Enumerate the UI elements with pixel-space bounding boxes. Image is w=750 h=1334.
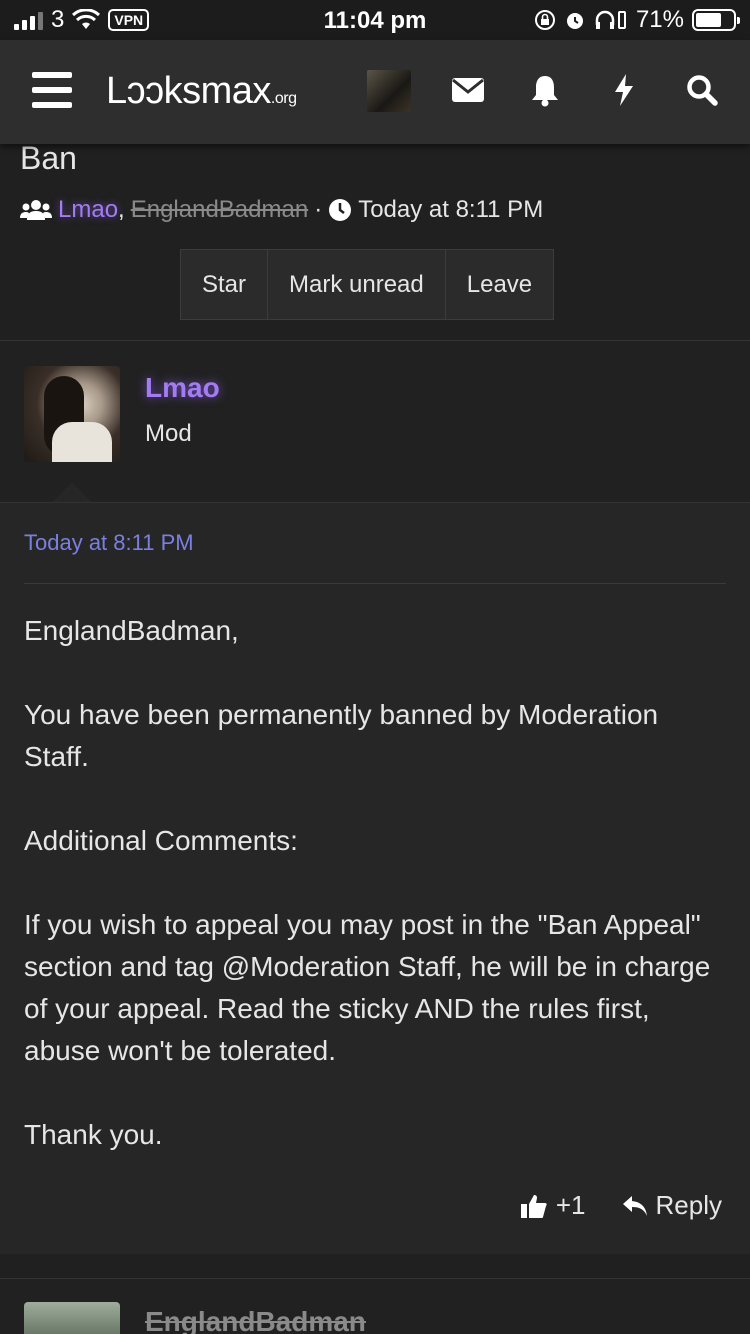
like-count: +1	[555, 1190, 586, 1220]
mark-unread-button[interactable]: Mark unread	[268, 250, 446, 319]
message-paragraph: Additional Comments:	[24, 825, 298, 856]
star-button[interactable]: Star	[181, 250, 269, 319]
thumbs-up-icon	[520, 1194, 547, 1218]
message-text: EnglandBadman, You have been permanently…	[24, 610, 724, 1198]
alarm-icon	[566, 13, 583, 29]
search-icon[interactable]	[682, 70, 722, 110]
message-separator	[24, 583, 726, 584]
leave-button[interactable]: Leave	[445, 250, 554, 319]
user-avatar[interactable]	[367, 70, 411, 112]
lightning-icon[interactable]	[604, 70, 644, 110]
meta-separator: ·	[314, 196, 323, 223]
message-paragraph: If you wish to appeal you may post in th…	[24, 909, 711, 1066]
battery-percent: 71%	[635, 6, 684, 33]
message-paragraph: You have been permanently banned by Mode…	[24, 699, 659, 772]
status-right: 71%	[534, 6, 740, 34]
message-user-role: Mod	[145, 420, 192, 447]
message-paragraph: Thank you.	[24, 1119, 163, 1150]
message-paragraph: EnglandBadman,	[24, 615, 239, 646]
message-pointer	[52, 482, 92, 502]
top-navbar: Lɔɔksmax.org	[0, 40, 750, 144]
thread-actions: Star Mark unread Leave	[180, 249, 555, 320]
like-button[interactable]: +1	[520, 1190, 586, 1221]
thread-title: Ban	[20, 140, 77, 176]
message-avatar[interactable]	[24, 366, 120, 462]
message-username[interactable]: Lmao	[145, 372, 220, 404]
message-2-avatar[interactable]	[24, 1302, 120, 1334]
message-footer: +1 Reply	[520, 1190, 722, 1221]
message-user-block	[0, 341, 750, 502]
status-bar: 3 VPN 11:04 pm 71%	[0, 0, 750, 40]
participant-link-banned[interactable]: EnglandBadman	[131, 196, 308, 224]
users-icon	[20, 200, 52, 220]
bell-icon[interactable]	[525, 70, 565, 110]
thread-time: Today at 8:11 PM	[358, 196, 544, 223]
envelope-icon[interactable]	[448, 70, 488, 110]
rotation-lock-icon	[534, 10, 555, 30]
reply-icon	[622, 1195, 647, 1216]
site-logo[interactable]: Lɔɔksmax.org	[106, 70, 297, 113]
thread-meta: Lmao, EnglandBadman · Today at 8:11 PM	[20, 196, 543, 224]
battery-icon	[692, 9, 740, 31]
clock-icon	[329, 199, 352, 221]
reply-button[interactable]: Reply	[622, 1190, 722, 1221]
reply-label: Reply	[655, 1190, 722, 1220]
participant-link[interactable]: Lmao	[58, 196, 118, 223]
message-2-username[interactable]: EnglandBadman	[145, 1306, 366, 1334]
headphones-battery-icon	[595, 10, 626, 29]
message-date[interactable]: Today at 8:11 PM	[24, 530, 194, 556]
menu-icon[interactable]	[32, 72, 72, 108]
